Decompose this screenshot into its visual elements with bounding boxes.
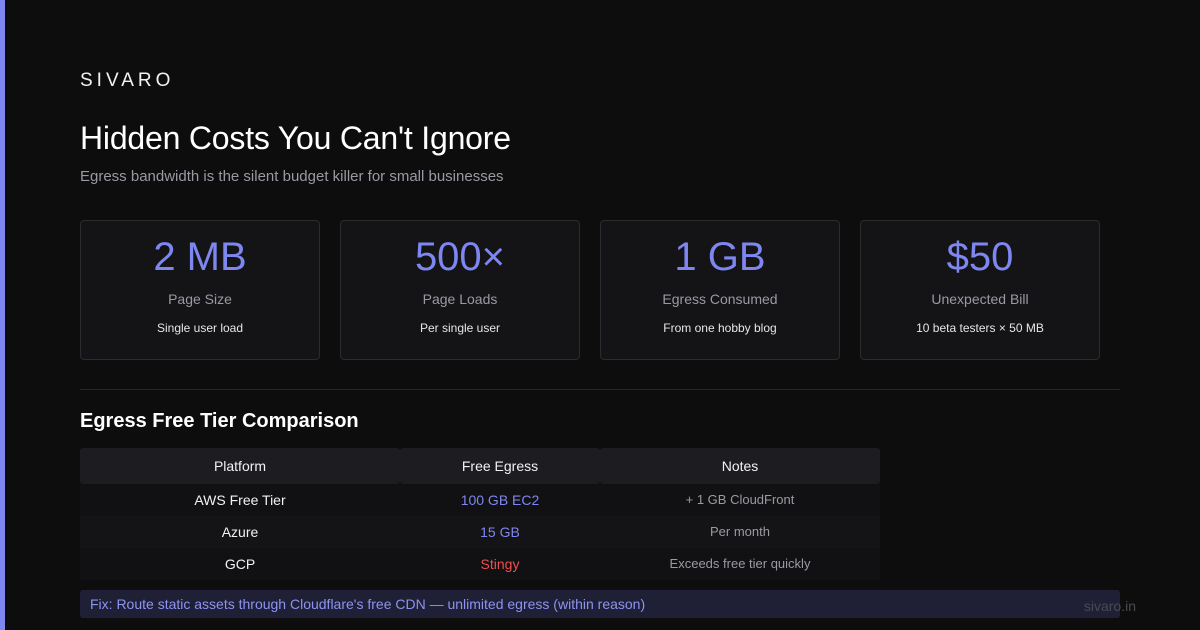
egress-cell: 15 GB	[480, 524, 520, 540]
section-divider	[80, 389, 1120, 390]
notes-cell: Per month	[710, 524, 770, 539]
comparison-table: Platform Free Egress Notes AWS Free Tier…	[80, 448, 880, 580]
table-body: AWS Free Tier 100 GB EC2 + 1 GB CloudFro…	[80, 484, 880, 580]
table-row: GCP Stingy Exceeds free tier quickly	[80, 548, 880, 580]
accent-bar	[0, 0, 5, 630]
page-subtitle: Egress bandwidth is the silent budget ki…	[80, 168, 504, 185]
stat-card-page-loads: 500× Page Loads Per single user	[340, 220, 580, 360]
stat-note: 10 beta testers × 50 MB	[916, 321, 1044, 335]
footer-url: sivaro.in	[1083, 598, 1136, 614]
column-header-platform: Platform	[80, 448, 400, 484]
stat-label: Page Loads	[422, 291, 498, 307]
stat-label: Page Size	[168, 291, 232, 307]
egress-cell: 100 GB EC2	[460, 492, 540, 508]
platform-cell: AWS Free Tier	[194, 492, 286, 508]
stat-card-egress-consumed: 1 GB Egress Consumed From one hobby blog	[600, 220, 840, 360]
comparison-title: Egress Free Tier Comparison	[80, 410, 359, 432]
stat-label: Unexpected Bill	[931, 291, 1029, 307]
stat-card-unexpected-bill: $50 Unexpected Bill 10 beta testers × 50…	[860, 220, 1100, 360]
platform-cell: Azure	[221, 524, 259, 540]
stat-note: Per single user	[419, 321, 501, 335]
table-row: Azure 15 GB Per month	[80, 516, 880, 548]
stat-note: Single user load	[156, 321, 244, 335]
column-header-free-egress: Free Egress	[400, 448, 600, 484]
stat-value: 1 GB	[674, 235, 766, 279]
platform-cell: GCP	[224, 556, 256, 572]
stat-value: 500×	[414, 235, 506, 279]
stat-value: 2 MB	[153, 235, 247, 279]
page-title: Hidden Costs You Can't Ignore	[80, 120, 511, 156]
egress-cell: Stingy	[480, 556, 520, 572]
stat-value: $50	[946, 235, 1014, 279]
notes-cell: Exceeds free tier quickly	[669, 556, 811, 571]
stat-card-page-size: 2 MB Page Size Single user load	[80, 220, 320, 360]
stat-note: From one hobby blog	[663, 321, 777, 335]
table-header: Platform Free Egress Notes	[80, 448, 880, 484]
stats-row: 2 MB Page Size Single user load 500× Pag…	[80, 220, 1100, 360]
notes-cell: + 1 GB CloudFront	[685, 492, 795, 507]
column-header-notes: Notes	[600, 448, 880, 484]
fix-callout: Fix: Route static assets through Cloudfl…	[80, 590, 1120, 618]
stat-label: Egress Consumed	[662, 291, 778, 307]
brand-logo: SIVARO	[80, 70, 175, 91]
table-row: AWS Free Tier 100 GB EC2 + 1 GB CloudFro…	[80, 484, 880, 516]
